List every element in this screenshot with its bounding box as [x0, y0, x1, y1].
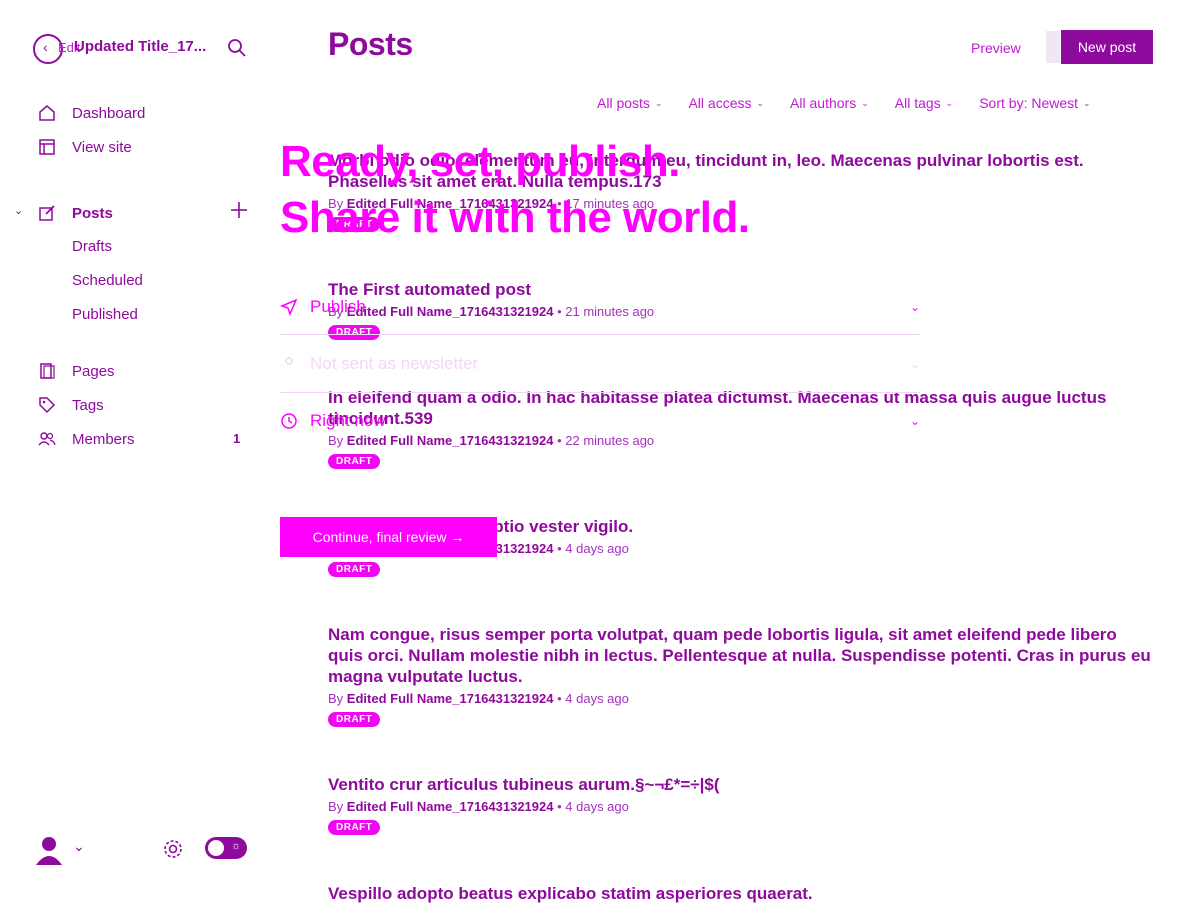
- chevron-down-icon[interactable]: ⌄: [73, 838, 85, 855]
- chevron-down-icon: ⌄: [945, 97, 954, 108]
- chevron-down-icon: ⌄: [861, 97, 869, 108]
- newsletter-option-label: Not sent as newsletter: [310, 354, 479, 373]
- list-item[interactable]: Nam congue, risus semper porta volutpat,…: [328, 624, 1153, 727]
- chevron-left-icon: ‹: [43, 39, 48, 55]
- home-icon: [39, 105, 55, 121]
- divider: [280, 392, 920, 393]
- sidebar-item-scheduled[interactable]: Scheduled: [72, 272, 143, 289]
- schedule-option-row[interactable]: Right now ⌄: [280, 403, 920, 439]
- status-badge: DRAFT: [328, 820, 381, 835]
- layout-icon: [39, 139, 55, 155]
- publish-headline-line-1: Ready, set, publish.: [280, 137, 680, 186]
- sidebar-item-members[interactable]: Members: [38, 428, 135, 450]
- post-meta: By Edited Full Name_1716431321924 • 4 da…: [328, 691, 629, 706]
- divider: [280, 334, 920, 335]
- sidebar-item-drafts[interactable]: Drafts: [72, 238, 112, 255]
- filter-label: All tags: [894, 95, 941, 111]
- gear-icon[interactable]: [162, 838, 184, 865]
- newsletter-option-row[interactable]: Not sent as newsletter ⌄: [280, 346, 920, 382]
- sidebar-item-dashboard[interactable]: Dashboard: [38, 102, 145, 124]
- sidebar-item-label: Dashboard: [72, 104, 146, 122]
- sidebar-item-label: Members: [72, 430, 135, 448]
- post-time: 4 days ago: [565, 691, 629, 706]
- chevron-down-icon: ⌄: [654, 97, 663, 108]
- status-badge: DRAFT: [328, 712, 381, 727]
- sidebar-item-view-site[interactable]: View site: [38, 136, 132, 158]
- post-title: Ventito crur articulus tubineus aurum.§~…: [328, 775, 720, 794]
- status-badge: DRAFT: [328, 454, 381, 469]
- filter-all-posts[interactable]: All posts ⌄: [597, 95, 662, 111]
- toggle-knob: [208, 840, 224, 856]
- chevron-down-icon: ⌄: [1083, 97, 1091, 108]
- add-post-icon[interactable]: [229, 200, 249, 225]
- send-icon: [280, 298, 298, 316]
- sidebar-item-published[interactable]: Published: [72, 306, 138, 323]
- post-author: Edited Full Name_1716431321924: [346, 691, 554, 706]
- status-badge: DRAFT: [328, 325, 381, 340]
- post-meta: By Edited Full Name_1716431321924 • 4 da…: [328, 799, 629, 814]
- publish-headline: Ready, set, publish. Share it with the w…: [280, 134, 750, 246]
- sidebar-item-label: Tags: [72, 396, 104, 414]
- post-title: Nam congue, risus semper porta volutpat,…: [328, 625, 1151, 686]
- clock-icon: [281, 413, 297, 429]
- filter-bar: All posts ⌄ All access ⌄ All authors ⌄ All …: [571, 95, 1091, 111]
- publish-option-label: Publish: [310, 297, 366, 316]
- post-author: Edited Full Name_1716431321924: [346, 799, 554, 814]
- filter-all-tags[interactable]: All tags ⌄: [895, 95, 953, 111]
- post-time: 4 days ago: [565, 799, 629, 814]
- pencil-icon: [39, 205, 55, 221]
- list-item[interactable]: Ventito crur articulus tubineus aurum.§~…: [328, 774, 1153, 835]
- sidebar-item-label: Pages: [72, 362, 115, 380]
- filter-label: All access: [688, 95, 752, 111]
- button-shadow: [1046, 31, 1060, 63]
- publish-headline-line-2: Share it with the world.: [280, 193, 750, 242]
- post-title: Vespillo adopto beatus explicabo statim …: [328, 884, 813, 903]
- status-badge: DRAFT: [328, 562, 381, 577]
- chevron-down-icon[interactable]: ⌄: [14, 204, 23, 217]
- schedule-option-label: Right now: [310, 411, 386, 430]
- theme-toggle[interactable]: ☼: [205, 837, 247, 859]
- sidebar-item-label: Posts: [72, 204, 113, 222]
- sidebar-item-posts[interactable]: Posts: [38, 202, 113, 224]
- filter-sort[interactable]: Sort by: Newest ⌄: [979, 95, 1090, 111]
- filter-label: Sort by: Newest: [979, 95, 1079, 111]
- site-title[interactable]: Updated Title_17...: [74, 38, 206, 55]
- members-count: 1: [233, 431, 241, 446]
- sidebar-item-pages[interactable]: Pages: [38, 360, 115, 382]
- search-icon[interactable]: [227, 38, 247, 63]
- publish-option-row[interactable]: Publish ⌄: [280, 289, 920, 325]
- page-icon: [40, 363, 55, 379]
- members-icon: [38, 432, 56, 446]
- filter-all-access[interactable]: All access ⌄: [688, 95, 764, 111]
- chevron-down-icon: ⌄: [756, 97, 765, 108]
- chevron-down-icon: ⌄: [909, 414, 920, 428]
- chevron-down-icon: ⌄: [909, 300, 920, 314]
- continue-button[interactable]: Continue, final review →: [280, 517, 497, 557]
- avatar[interactable]: [35, 835, 63, 870]
- list-item[interactable]: Vespillo adopto beatus explicabo statim …: [328, 883, 1153, 904]
- post-time: 4 days ago: [565, 541, 629, 556]
- preview-button[interactable]: Preview: [971, 40, 1021, 56]
- chevron-down-icon: ⌄: [909, 357, 920, 371]
- sidebar-item-tags[interactable]: Tags: [38, 394, 104, 416]
- filter-all-authors[interactable]: All authors ⌄: [790, 95, 869, 111]
- tag-icon: [39, 397, 56, 414]
- page-title: Posts: [328, 26, 413, 62]
- user-icon: [285, 357, 293, 365]
- sun-icon: ☼: [231, 840, 242, 852]
- new-post-button[interactable]: New post: [1061, 30, 1153, 64]
- filter-label: All posts: [597, 95, 650, 111]
- sidebar-item-label: View site: [72, 138, 132, 156]
- filter-label: All authors: [790, 95, 857, 111]
